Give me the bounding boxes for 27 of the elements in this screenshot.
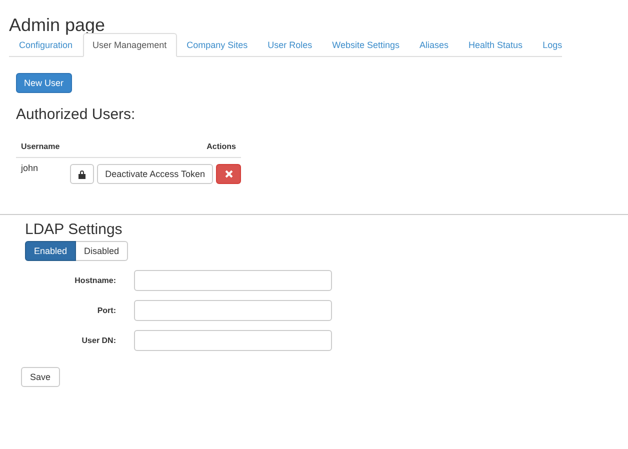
section-heading: LDAP Settings	[25, 221, 124, 238]
tab[interactable]: User Management	[82, 33, 177, 57]
field-label: Hostname:	[74, 276, 116, 285]
tab[interactable]: User Roles	[258, 33, 322, 57]
input-field[interactable]	[134, 300, 332, 321]
toggle-option[interactable]: Enabled	[25, 241, 76, 261]
close-icon	[224, 170, 232, 178]
table-cell: john	[16, 158, 65, 184]
delete-button[interactable]	[216, 164, 241, 184]
new-user-button[interactable]: New User	[16, 73, 72, 93]
tab[interactable]: Company Sites	[176, 33, 258, 57]
tab[interactable]: Website Settings	[322, 33, 410, 57]
save-button[interactable]: Save	[21, 367, 60, 387]
tab[interactable]: Logs	[532, 33, 572, 57]
field-label: Port:	[96, 306, 116, 315]
lock-button[interactable]	[70, 164, 94, 184]
deactivate-button[interactable]: Deactivate Access Token	[97, 164, 213, 184]
input-field[interactable]	[134, 270, 332, 291]
tab[interactable]: Aliases	[410, 33, 459, 57]
column-header: Actions	[64, 138, 241, 158]
input-field[interactable]	[134, 330, 332, 351]
field-label: User DN:	[80, 336, 116, 345]
section-heading: Authorized Users:	[16, 106, 136, 123]
column-header: Username	[16, 138, 65, 158]
toggle-option[interactable]: Disabled	[76, 241, 128, 261]
tab[interactable]: Health Status	[458, 33, 533, 57]
lock-icon	[78, 170, 86, 178]
